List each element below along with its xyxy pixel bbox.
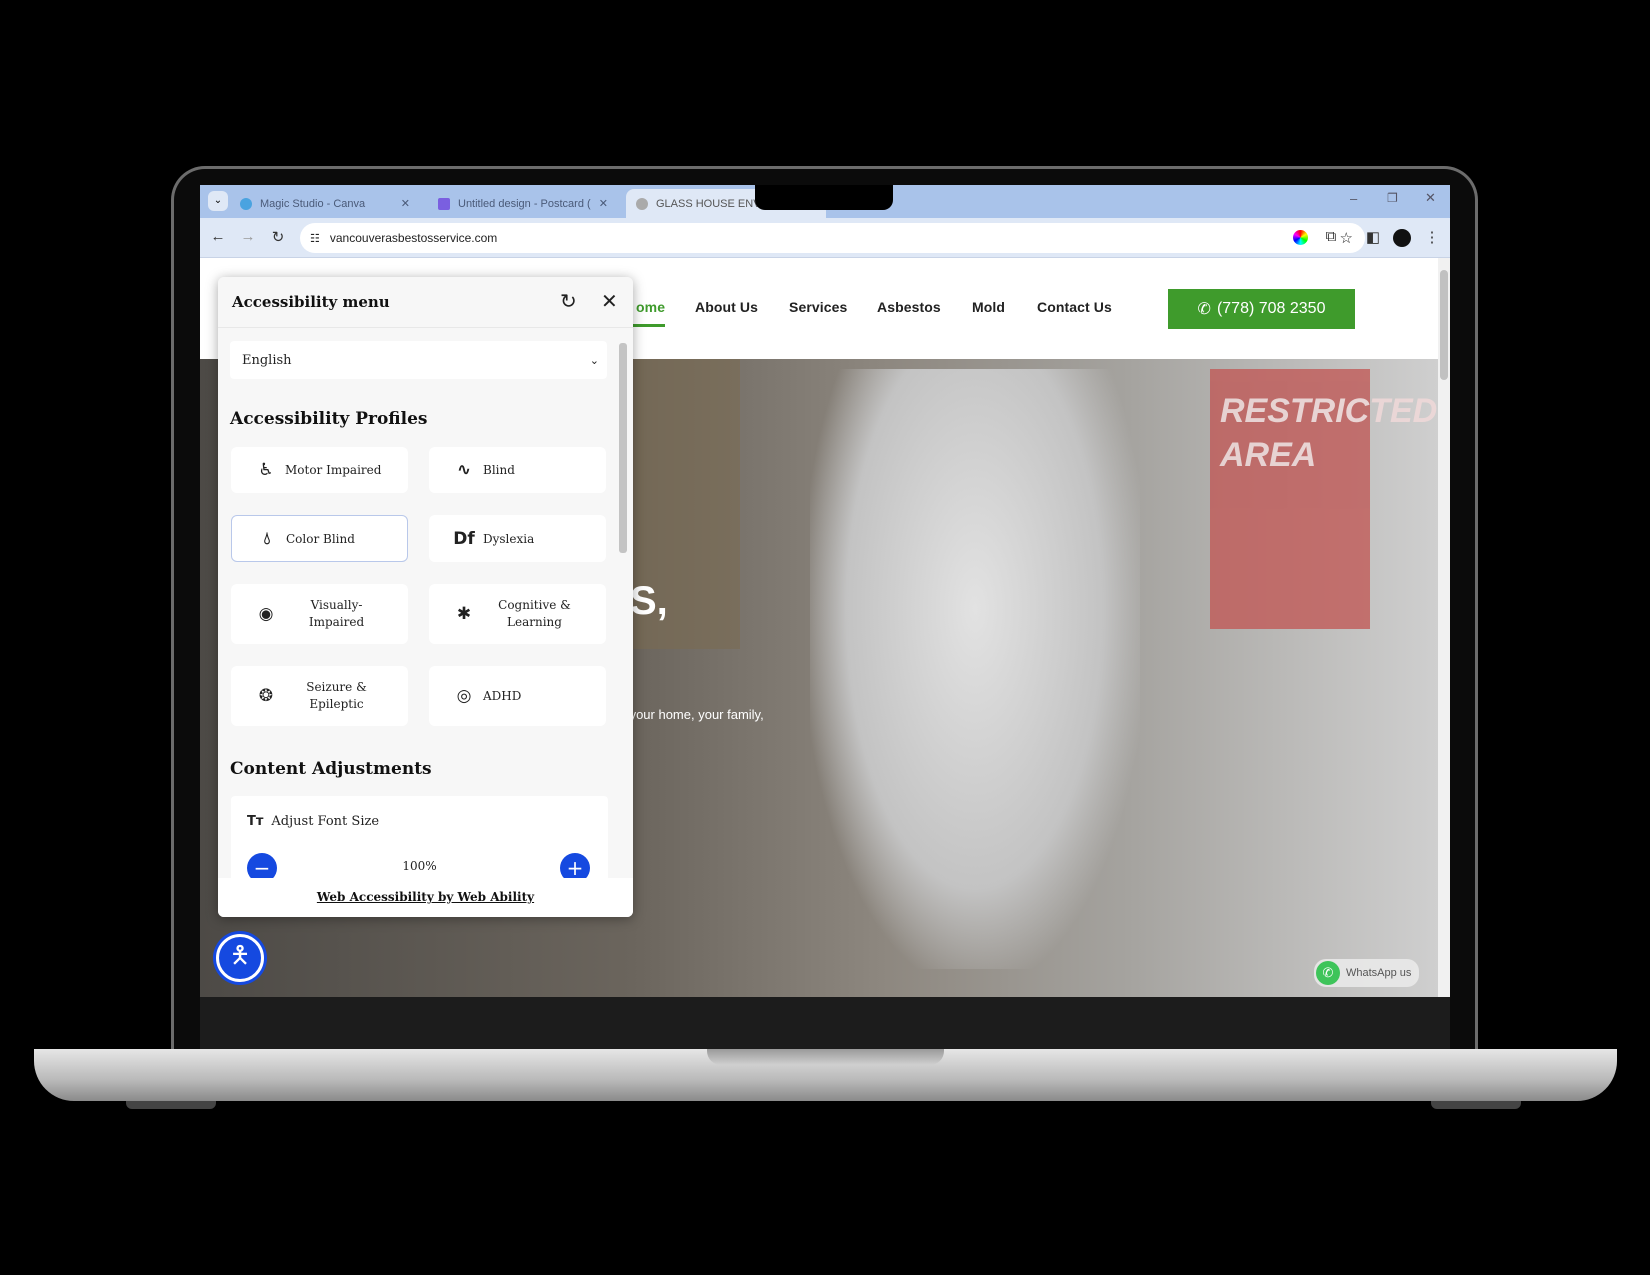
reload-icon[interactable]: ↻: [268, 228, 288, 246]
hazmat-worker: [810, 369, 1140, 969]
screen-bezel: [200, 997, 1450, 1049]
panel-title: Accessibility menu: [232, 293, 390, 311]
puzzle-icon: ✱: [456, 604, 472, 624]
browser-window: ⌄ Magic Studio - Canva ✕ Untitled design …: [200, 185, 1450, 997]
laptop-foot: [1431, 1101, 1521, 1109]
nav-home[interactable]: ome: [636, 299, 665, 315]
nav-services[interactable]: Services: [789, 299, 847, 315]
canva-icon: [240, 197, 252, 210]
site-settings-icon[interactable]: ☷: [310, 232, 320, 245]
tab-postcard[interactable]: Untitled design - Postcard (US)✕: [428, 189, 618, 218]
phone-icon: ✆: [1197, 301, 1211, 318]
canva-print-icon: [438, 197, 450, 210]
language-select[interactable]: English ⌄: [230, 341, 607, 379]
reset-icon[interactable]: ↻: [560, 289, 577, 313]
profile-color-blind[interactable]: 💧︎ Color Blind: [231, 515, 408, 562]
extensions-icon[interactable]: ⧉: [1321, 228, 1341, 245]
accessibility-person-icon: 🯅: [229, 941, 251, 969]
panel-header: Accessibility menu ↻ ✕: [218, 277, 633, 328]
menu-icon[interactable]: ⋮: [1422, 228, 1442, 246]
star-icon[interactable]: ☆: [1340, 229, 1353, 247]
phone-button[interactable]: ✆ (778) 708 2350: [1168, 289, 1355, 329]
close-window-icon[interactable]: ✕: [1425, 190, 1436, 206]
browser-toolbar: ← → ↻ ☷ vancouverasbestosservice.com ☆ ⧉…: [200, 218, 1450, 258]
wheelchair-icon: ♿: [258, 460, 274, 480]
profile-cognitive-learning[interactable]: ✱ Cognitive & Learning: [429, 584, 606, 644]
whatsapp-icon: ✆: [1316, 961, 1340, 985]
address-bar[interactable]: ☷ vancouverasbestosservice.com ☆: [300, 223, 1365, 253]
restricted-sign: RESTRICTED AREA: [1210, 369, 1437, 629]
accessibility-panel: Accessibility menu ↻ ✕ English ⌄ Accessib…: [218, 277, 633, 917]
close-icon[interactable]: ✕: [601, 289, 618, 313]
laptop-opening-notch: [707, 1049, 944, 1065]
profiles-heading: Accessibility Profiles: [230, 409, 428, 429]
nav-mold[interactable]: Mold: [972, 299, 1005, 315]
back-icon[interactable]: ←: [208, 228, 228, 245]
content-adjustments-heading: Content Adjustments: [230, 759, 432, 779]
panel-scrollbar[interactable]: [618, 333, 628, 878]
tab-search-button[interactable]: ⌄: [208, 191, 228, 211]
tab-canva[interactable]: Magic Studio - Canva ✕: [230, 189, 420, 218]
hero-heading: S,: [630, 579, 668, 623]
chevron-down-icon: ⌄: [589, 353, 599, 367]
side-panel-icon[interactable]: ◧: [1363, 228, 1383, 246]
profile-motor-impaired[interactable]: ♿ Motor Impaired: [231, 447, 408, 493]
nav-about[interactable]: About Us: [695, 299, 758, 315]
waveform-icon: ∿: [456, 460, 472, 480]
target-icon: ◎: [456, 686, 472, 706]
profile-visually-impaired[interactable]: ◉ Visually-Impaired: [231, 584, 408, 644]
page-scrollbar[interactable]: [1438, 258, 1450, 997]
web-ability-link[interactable]: Web Accessibility by Web Ability: [218, 878, 633, 917]
camera-notch: [755, 185, 893, 210]
close-tab-icon[interactable]: ✕: [599, 197, 608, 210]
brain-icon: ❂: [258, 686, 274, 706]
forward-icon[interactable]: →: [238, 228, 258, 245]
web-page: ome About Us Services Asbestos Mold Cont…: [200, 258, 1450, 997]
minimize-icon[interactable]: –: [1350, 191, 1357, 206]
close-tab-icon[interactable]: ✕: [401, 197, 410, 210]
font-size-value: 100%: [402, 859, 437, 873]
profile-seizure-epileptic[interactable]: ❂ Seizure & Epileptic: [231, 666, 408, 726]
nav-asbestos[interactable]: Asbestos: [877, 299, 941, 315]
accessibility-toggle-button[interactable]: 🯅: [216, 934, 264, 982]
nav-contact[interactable]: Contact Us: [1037, 299, 1112, 315]
whatsapp-button[interactable]: ✆ WhatsApp us: [1314, 959, 1420, 987]
profile-avatar[interactable]: [1393, 229, 1411, 247]
text-size-icon: Tт: [247, 814, 264, 829]
globe-icon: [636, 197, 648, 210]
profile-adhd[interactable]: ◎ ADHD: [429, 666, 606, 726]
droplet-icon: 💧︎: [263, 528, 271, 549]
df-icon: Df: [453, 528, 475, 549]
eye-icon: ◉: [258, 604, 274, 624]
laptop-foot: [126, 1101, 216, 1109]
profile-dyslexia[interactable]: Df Dyslexia: [429, 515, 606, 562]
color-extension-icon[interactable]: [1293, 230, 1308, 245]
profile-blind[interactable]: ∿ Blind: [429, 447, 606, 493]
font-size-control: Tт Adjust Font Size − 100% +: [231, 796, 608, 886]
restore-icon[interactable]: ❐: [1387, 191, 1398, 205]
